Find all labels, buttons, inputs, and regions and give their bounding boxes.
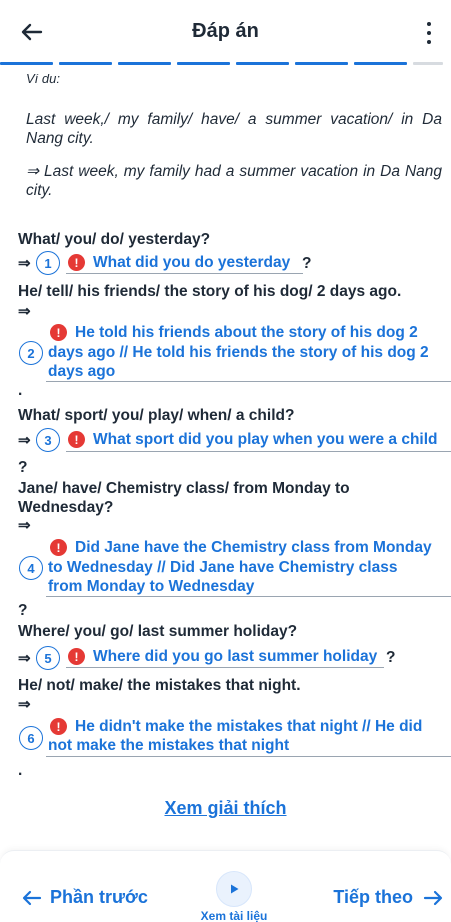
arrow-6: ⇒ [18,696,31,713]
answer-underline [46,596,451,597]
answer-number-5: 5 [36,646,60,670]
suffix-3: ? [18,459,28,476]
progress-segment [118,62,171,65]
view-explanation-link[interactable]: Xem giải thích [0,798,451,819]
previous-label: Phần trước [50,887,148,907]
answer-6-line-2[interactable]: not make the mistakes that night [48,736,289,756]
answer-number-3: 3 [36,428,60,452]
answer-4-line-3[interactable]: from Monday to Wednesday [48,577,254,597]
arrow-right-icon [423,890,443,905]
answer-number-6: 6 [19,726,43,750]
answer-4-line-2[interactable]: to Wednesday // Did Jane have Chemistry … [48,558,397,578]
progress-segment [354,62,407,65]
question-4-line-1: Jane/ have/ Chemistry class/ from Monday… [18,480,350,497]
progress-segment [236,62,289,65]
arrow-4: ⇒ [18,517,31,534]
answer-number-2: 2 [19,341,43,365]
arrow-1: ⇒ [18,255,31,272]
progress-segment [59,62,112,65]
error-icon: ! [68,648,85,665]
arrow-left-icon [22,890,42,905]
previous-button[interactable]: Phần trước [22,887,148,908]
answer-underline [66,273,303,274]
progress-segment [177,62,230,65]
question-2: He/ tell/ his friends/ the story of his … [18,283,402,300]
view-docs-button[interactable]: Xem tài liệu [196,871,272,922]
example-answer: ⇒ Last week, my family had a summer vaca… [26,163,442,199]
answer-2-line-2[interactable]: days ago // He told his friends the stor… [48,343,429,363]
more-vertical-icon[interactable] [417,20,441,46]
answer-2-line-1[interactable]: He told his friends about the story of h… [75,323,418,343]
next-button[interactable]: Tiếp theo [333,887,443,908]
answer-content: Ví dụ: Last week,/ my family/ have/ a su… [0,70,451,850]
answer-underline [66,451,451,452]
suffix-1: ? [302,255,312,272]
arrow-5: ⇒ [18,650,31,667]
answer-number-1: 1 [36,251,60,275]
play-icon [216,871,252,907]
error-icon: ! [68,431,85,448]
answer-3[interactable]: What sport did you play when you were a … [93,430,438,450]
question-4-line-2: Wednesday? [18,499,114,516]
progress-segment [0,62,53,65]
progress-bar [0,62,451,66]
answer-4-line-1[interactable]: Did Jane have the Chemistry class from M… [75,538,432,558]
bottom-nav: Phần trước Xem tài liệu Tiếp theo [0,850,451,922]
answer-underline [66,667,384,668]
example-prompt: Last week,/ my family/ have/ a summer va… [26,111,442,147]
question-6: He/ not/ make/ the mistakes that night. [18,677,301,694]
suffix-5: ? [386,649,396,666]
view-docs-label: Xem tài liệu [200,909,268,922]
progress-segment [413,62,443,65]
suffix-4: ? [18,602,28,619]
question-1: What/ you/ do/ yesterday? [18,231,211,248]
answer-number-4: 4 [19,556,43,580]
progress-segment [295,62,348,65]
arrow-2: ⇒ [18,303,31,320]
question-3: What/ sport/ you/ play/ when/ a child? [18,407,295,424]
error-icon: ! [50,539,67,556]
answer-1[interactable]: What did you do yesterday [93,253,290,273]
question-5: Where/ you/ go/ last summer holiday? [18,623,298,640]
error-icon: ! [68,254,85,271]
page-title: Đáp án [192,20,259,42]
answer-underline [46,756,451,757]
error-icon: ! [50,718,67,735]
example-label: Ví dụ: [26,74,60,84]
answer-2-line-3[interactable]: days ago [48,362,115,382]
top-bar: Đáp án [0,0,451,66]
error-icon: ! [50,324,67,341]
next-label: Tiếp theo [333,887,413,907]
suffix-2: . [18,382,23,399]
answer-underline [46,381,451,382]
arrow-3: ⇒ [18,432,31,449]
suffix-6: . [18,762,23,779]
answer-5[interactable]: Where did you go last summer holiday [93,647,377,667]
answer-6-line-1[interactable]: He didn't make the mistakes that night /… [75,717,422,737]
